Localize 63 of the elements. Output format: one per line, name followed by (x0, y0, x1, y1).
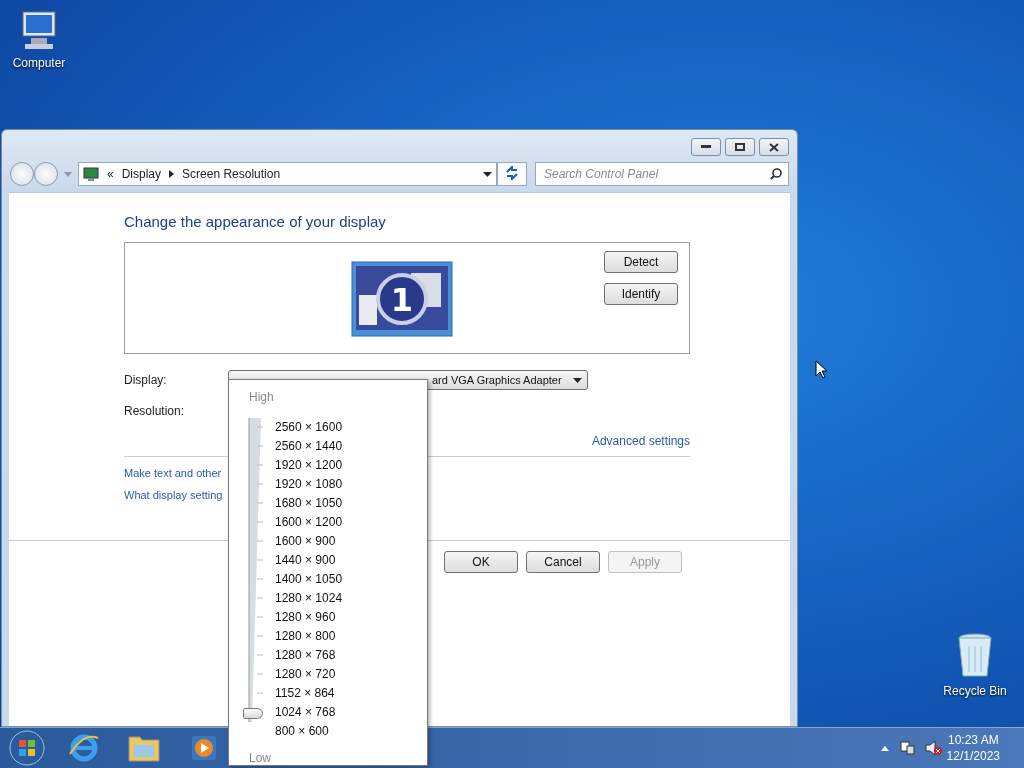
media-player-icon[interactable] (191, 735, 217, 761)
field-label: Display: (124, 373, 168, 387)
minimize-button[interactable] (691, 138, 721, 156)
volume-muted-icon[interactable] (924, 740, 943, 756)
slider-thumb[interactable] (243, 708, 263, 719)
close-icon (769, 142, 779, 152)
desktop-icon-label[interactable]: Computer (12, 56, 66, 70)
resolution-option[interactable]: 1280 × 1024 (263, 589, 343, 608)
desktop-icon-label[interactable]: Recycle Bin (943, 684, 1007, 698)
breadcrumb-item[interactable]: Screen Resolution (182, 167, 281, 181)
field-label: Resolution: (124, 404, 186, 418)
low-label: Low (249, 751, 272, 765)
refresh-button[interactable] (497, 162, 527, 186)
chevron-icon[interactable] (169, 170, 175, 178)
resolution-option[interactable]: 1280 × 800 (263, 627, 343, 646)
high-label: High (249, 390, 275, 404)
folder-icon[interactable] (128, 733, 160, 763)
resolution-option[interactable]: 1024 × 768 (263, 703, 343, 722)
clock-time[interactable]: 10:23 AM (947, 732, 999, 748)
resolution-option[interactable]: 1680 × 1050 (263, 494, 343, 513)
resolution-option[interactable]: 2560 × 1440 (263, 437, 343, 456)
minimize-icon (701, 145, 711, 149)
resolution-option[interactable]: 1920 × 1080 (263, 475, 343, 494)
resolution-option[interactable]: 1440 × 900 (263, 551, 343, 570)
page-heading: Change the appearance of your display (124, 213, 387, 230)
dropdown-arrow-icon[interactable] (483, 171, 492, 177)
search-icon (770, 168, 782, 180)
browser-icon[interactable] (68, 732, 100, 764)
resolution-option[interactable]: 1400 × 1050 (263, 570, 343, 589)
close-button[interactable] (759, 138, 789, 156)
breadcrumb-item[interactable]: « (107, 167, 114, 181)
panel-button[interactable]: Detect (604, 251, 678, 273)
cursor-icon (815, 360, 828, 379)
start-button[interactable] (8, 729, 46, 767)
dropdown-arrow-icon (573, 377, 582, 383)
resolution-option[interactable]: 1280 × 960 (263, 608, 343, 627)
dialog-button[interactable]: OK (444, 551, 518, 573)
refresh-icon (504, 165, 520, 180)
show-hidden-icons-icon[interactable] (880, 745, 889, 751)
breadcrumb-item[interactable]: Display (121, 167, 162, 181)
panel-button[interactable]: Identify (604, 283, 678, 305)
maximize-button[interactable] (725, 138, 755, 156)
resolution-option[interactable]: 1280 × 768 (263, 646, 343, 665)
help-link[interactable]: What display setting (124, 489, 223, 501)
resolution-option[interactable]: 800 × 600 (263, 722, 343, 741)
monitor-drawing[interactable]: 1 (351, 261, 453, 337)
dialog-button[interactable]: Cancel (526, 551, 600, 573)
restore-icon (735, 143, 745, 151)
search-box[interactable]: Search Control Panel (535, 162, 789, 186)
resolution-option[interactable]: 1152 × 864 (263, 684, 343, 703)
monitor-icon (83, 167, 99, 181)
slider-track[interactable] (243, 418, 263, 722)
resolution-option[interactable]: 1920 × 1200 (263, 456, 343, 475)
advanced-settings-link[interactable]: Advanced settings (591, 434, 690, 448)
recycle-bin-icon (955, 632, 995, 680)
help-link[interactable]: Make text and other (124, 467, 222, 479)
network-icon[interactable] (898, 740, 915, 756)
resolution-option[interactable]: 1600 × 1200 (263, 513, 343, 532)
resolution-option[interactable]: 2560 × 1600 (263, 418, 343, 437)
clock-date[interactable]: 12/1/2023 (946, 748, 1000, 764)
resolution-option[interactable]: 1280 × 720 (263, 665, 343, 684)
resolution-option[interactable]: 1600 × 900 (263, 532, 343, 551)
address-bar[interactable]: « Display Screen Resolution (78, 162, 497, 186)
